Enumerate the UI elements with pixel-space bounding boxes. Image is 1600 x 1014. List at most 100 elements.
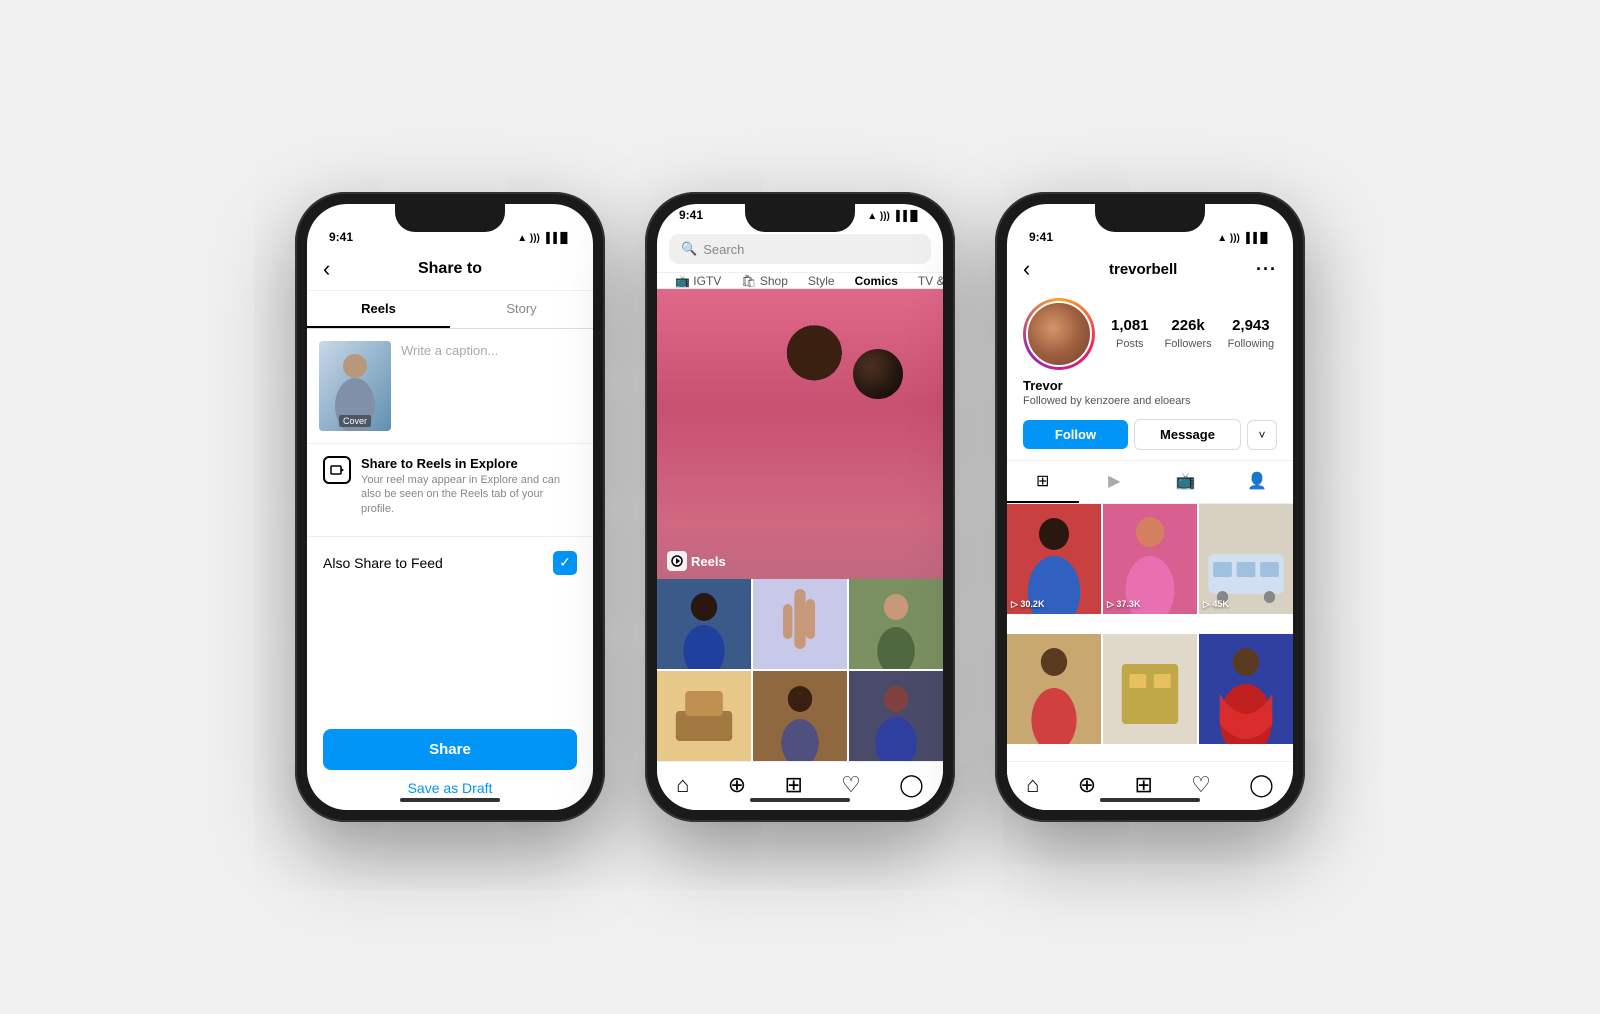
share-to-feed-label: Also Share to Feed <box>323 555 443 571</box>
share-to-feed-toggle[interactable]: ✓ <box>553 551 577 575</box>
home-icon-3[interactable]: ⌂ <box>1026 772 1039 798</box>
share-btn-area: Share Save as Draft <box>307 717 593 810</box>
status-icons-3: ▲ ))) ▐▐▐▌ <box>1217 233 1271 244</box>
profile-grid: ▷ 30.2K ▷ 37.3K <box>1007 504 1293 761</box>
prof-tab-igtv[interactable]: 📺 <box>1150 461 1222 503</box>
view-count-3: ▷ 45K <box>1203 599 1229 610</box>
search-bar-row: 🔍 Search <box>657 226 943 273</box>
following-count: 2,943 <box>1228 317 1274 334</box>
grid-thumb-4[interactable] <box>657 671 751 761</box>
home-icon-2[interactable]: ⌂ <box>676 772 689 798</box>
profile-username: trevorbell <box>1109 261 1177 278</box>
reels-text: Reels <box>691 554 726 569</box>
caption-input[interactable]: Write a caption... <box>401 341 581 431</box>
profile-info: 1,081 Posts 226k Followers 2,943 Followi… <box>1007 290 1293 378</box>
explore-option-row: Share to Reels in Explore Your reel may … <box>323 456 577 516</box>
profile-thumb-3[interactable]: ▷ 45K <box>1199 504 1293 614</box>
profile-thumb-1[interactable]: ▷ 30.2K <box>1007 504 1101 614</box>
search-icon-3[interactable]: ⊕ <box>1078 772 1096 798</box>
action-buttons: Follow Message ˅ <box>1007 413 1293 456</box>
profile-icon-2[interactable]: ◯ <box>899 772 924 798</box>
caption-area: Cover Write a caption... <box>307 329 593 444</box>
status-icons-2: ▲ ))) ▐▐▐▌ <box>867 211 921 222</box>
grid-thumb-6[interactable] <box>849 671 943 761</box>
notch-3 <box>1095 204 1205 232</box>
category-tabs: 📺 IGTV 🛍 Shop Style Comics TV & Movie <box>657 273 943 289</box>
profile-options-btn[interactable]: ··· <box>1256 259 1277 280</box>
profile-back-btn[interactable]: ‹ <box>1023 256 1030 282</box>
profile-thumb-5[interactable] <box>1103 634 1197 744</box>
explore-option-text: Share to Reels in Explore Your reel may … <box>361 456 577 516</box>
profile-header-bar: ‹ trevorbell ··· <box>1007 248 1293 290</box>
grid-thumb-1[interactable] <box>657 579 751 669</box>
heart-icon-2[interactable]: ♡ <box>841 772 861 798</box>
view-count-2: ▷ 37.3K <box>1107 599 1140 610</box>
message-button[interactable]: Message <box>1134 419 1241 450</box>
explore-option-desc: Your reel may appear in Explore and can … <box>361 473 577 516</box>
time-3: 9:41 <box>1029 230 1053 244</box>
add-icon-3[interactable]: ⊞ <box>1134 772 1152 798</box>
bio-follow-text: Followed by kenzoere and eloears <box>1023 395 1277 407</box>
dropdown-button[interactable]: ˅ <box>1247 420 1277 450</box>
view-count-1: ▷ 30.2K <box>1011 599 1044 610</box>
cover-thumbnail[interactable]: Cover <box>319 341 391 431</box>
phone-2: 9:41 ▲ ))) ▐▐▐▌ 🔍 Search 📺 IGTV 🛍 Shop S… <box>645 192 955 822</box>
status-icons-1: ▲ ))) ▐▐▐▌ <box>517 233 571 244</box>
scene: 9:41 ▲ ))) ▐▐▐▌ ‹ Share to Reels Story <box>0 0 1600 1014</box>
profile-thumb-2[interactable]: ▷ 37.3K <box>1103 504 1197 614</box>
nav-header-1: ‹ Share to <box>307 248 593 291</box>
profile-thumb-4[interactable] <box>1007 634 1101 744</box>
profile-thumb-6[interactable] <box>1199 634 1293 744</box>
profile-bio: Trevor Followed by kenzoere and eloears <box>1007 378 1293 413</box>
bottom-nav-2: ⌂ ⊕ ⊞ ♡ ◯ <box>657 761 943 810</box>
time-1: 9:41 <box>329 230 353 244</box>
home-indicator-3 <box>1100 798 1200 802</box>
heart-icon-3[interactable]: ♡ <box>1191 772 1211 798</box>
profile-icon-3[interactable]: ◯ <box>1249 772 1274 798</box>
prof-tab-tagged[interactable]: 👤 <box>1222 461 1294 503</box>
cat-style[interactable]: Style <box>798 273 845 289</box>
phone-1: 9:41 ▲ ))) ▐▐▐▌ ‹ Share to Reels Story <box>295 192 605 822</box>
share-button[interactable]: Share <box>323 729 577 770</box>
page-title-1: Share to <box>353 260 547 278</box>
avatar <box>1028 303 1090 365</box>
home-indicator-1 <box>400 798 500 802</box>
grid-thumb-5[interactable] <box>753 671 847 761</box>
stats-row: 1,081 Posts 226k Followers 2,943 Followi… <box>1111 317 1277 352</box>
home-indicator-2 <box>750 798 850 802</box>
prof-tab-reels[interactable]: ▶ <box>1079 461 1151 503</box>
phone2-content: 9:41 ▲ ))) ▐▐▐▌ 🔍 Search 📺 IGTV 🛍 Shop S… <box>657 204 943 810</box>
reel-person-figure <box>657 289 943 579</box>
stat-following: 2,943 Following <box>1228 317 1274 352</box>
phone1-content: 9:41 ▲ ))) ▐▐▐▌ ‹ Share to Reels Story <box>307 204 593 810</box>
explore-grid <box>657 579 943 761</box>
posts-count: 1,081 <box>1111 317 1149 334</box>
tab-reels[interactable]: Reels <box>307 291 450 328</box>
reel-main-video: Reels <box>657 289 943 579</box>
avatar-inner <box>1026 301 1092 367</box>
back-btn-1[interactable]: ‹ <box>323 256 353 282</box>
phone3-content: 9:41 ▲ ))) ▐▐▐▌ ‹ trevorbell ··· <box>1007 204 1293 810</box>
search-icon: 🔍 <box>681 241 697 257</box>
posts-label: Posts <box>1116 338 1144 350</box>
cat-comics[interactable]: Comics <box>845 273 908 289</box>
follow-button[interactable]: Follow <box>1023 420 1128 449</box>
stat-posts: 1,081 Posts <box>1111 317 1149 352</box>
tab-story[interactable]: Story <box>450 291 593 328</box>
grid-thumb-2[interactable] <box>753 579 847 669</box>
share-to-feed-row: Also Share to Feed ✓ <box>307 536 593 589</box>
search-icon-2[interactable]: ⊕ <box>728 772 746 798</box>
grid-thumb-3[interactable] <box>849 579 943 669</box>
cat-tv-movies[interactable]: TV & Movie <box>908 273 943 289</box>
reels-badge-icon <box>667 551 687 571</box>
stat-followers: 226k Followers <box>1165 317 1212 352</box>
search-placeholder: Search <box>703 242 744 257</box>
search-bar[interactable]: 🔍 Search <box>669 234 931 264</box>
phone-3: 9:41 ▲ ))) ▐▐▐▌ ‹ trevorbell ··· <box>995 192 1305 822</box>
cat-igtv[interactable]: 📺 IGTV <box>665 273 731 289</box>
options-section: Share to Reels in Explore Your reel may … <box>307 444 593 536</box>
add-icon-2[interactable]: ⊞ <box>784 772 802 798</box>
cat-shop[interactable]: 🛍 Shop <box>731 273 798 289</box>
prof-tab-grid[interactable]: ⊞ <box>1007 461 1079 503</box>
time-2: 9:41 <box>679 208 703 222</box>
